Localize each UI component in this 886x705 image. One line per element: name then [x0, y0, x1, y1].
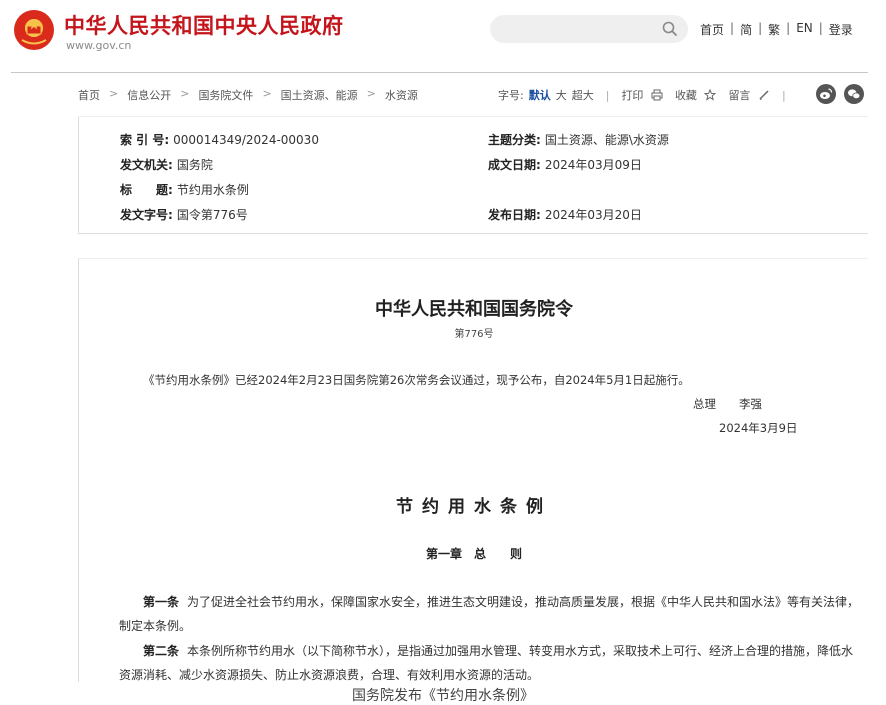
font-default-button[interactable]: 默认 — [529, 87, 551, 103]
article-2: 第二条 本条例所称节约用水（以下简称节水），是指通过加强用水管理、转变用水方式，采… — [119, 639, 863, 687]
search-input[interactable] — [502, 15, 652, 43]
font-large-button[interactable]: 大 — [556, 87, 567, 103]
nav-traditional[interactable]: 繁 — [768, 21, 780, 38]
favorite-button[interactable]: 收藏 — [675, 87, 717, 103]
meta-document-number: 发文字号: 国令第776号 — [120, 206, 248, 223]
chapter-heading: 第一章 总 则 — [425, 547, 522, 561]
meta-key: 发文机关: — [120, 158, 173, 172]
meta-key: 成文日期: — [488, 158, 541, 172]
meta-issuer: 发文机关: 国务院 — [120, 156, 213, 173]
meta-index-number: 索 引 号: 000014349/2024-00030 — [120, 131, 319, 148]
document-number: 第776号 — [454, 329, 494, 340]
site-header: 中华人民共和国中央人民政府 www.gov.cn 首页 | 简 | 繁 | EN… — [0, 0, 886, 72]
document-meta-card: 索 引 号: 000014349/2024-00030 主题分类: 国土资源、能源\… — [78, 116, 868, 234]
breadcrumb-land-energy[interactable]: 国土资源、能源 — [281, 87, 358, 103]
font-xlarge-button[interactable]: 超大 — [572, 87, 594, 103]
image-caption: 国务院发布《节约用水条例》 — [352, 688, 534, 704]
breadcrumb-separator: > — [366, 87, 376, 100]
document-title: 中华人民共和国国务院令 — [375, 299, 573, 320]
tools-divider: | — [781, 88, 786, 102]
nav-separator: | — [818, 21, 823, 35]
breadcrumb-info-public[interactable]: 信息公开 — [127, 87, 171, 103]
pencil-icon — [759, 90, 769, 100]
article-text: 本条例所称节约用水（以下简称节水），是指通过加强用水管理、转变用水方式，采取技术… — [119, 644, 854, 682]
breadcrumb-separator: > — [180, 87, 190, 100]
nav-separator: | — [786, 21, 791, 35]
site-title[interactable]: 中华人民共和国中央人民政府 — [64, 10, 344, 40]
star-icon — [704, 89, 717, 101]
printer-icon — [651, 89, 663, 101]
nav-home[interactable]: 首页 — [700, 21, 724, 38]
nav-english[interactable]: EN — [796, 21, 813, 38]
social-share — [816, 84, 864, 104]
meta-key: 发布日期: — [488, 208, 541, 222]
article-1: 第一条 为了促进全社会节约用水，保障国家水安全，推进生态文明建设，推动高质量发展，… — [119, 590, 863, 638]
meta-value: 国令第776号 — [176, 208, 248, 222]
nav-separator: | — [730, 21, 735, 35]
font-size-label: 字号: — [498, 89, 524, 102]
meta-value: 000014349/2024-00030 — [173, 133, 319, 147]
page-tools: 字号: 默认 大 超大 | 打印 收藏 留言 | — [498, 87, 798, 103]
tools-divider: | — [605, 88, 610, 102]
breadcrumb-home[interactable]: 首页 — [78, 87, 100, 103]
article-text: 为了促进全社会节约用水，保障国家水安全，推进生态文明建设，推动高质量发展，根据《… — [119, 595, 860, 633]
weibo-icon[interactable] — [816, 84, 836, 104]
meta-key: 主题分类: — [488, 133, 541, 147]
breadcrumb: 首页 > 信息公开 > 国务院文件 > 国土资源、能源 > 水资源 — [78, 87, 418, 103]
signer-title: 总理 — [693, 397, 716, 411]
meta-written-date: 成文日期: 2024年03月09日 — [488, 156, 642, 173]
top-nav: 首页 | 简 | 繁 | EN | 登录 — [700, 21, 853, 38]
nav-login[interactable]: 登录 — [829, 21, 853, 38]
wechat-icon[interactable] — [844, 84, 864, 104]
comment-label: 留言 — [728, 89, 751, 102]
law-title: 节约用水条例 — [396, 497, 552, 517]
meta-value: 2024年03月09日 — [544, 158, 642, 172]
nav-separator: | — [758, 21, 763, 35]
article-label: 第二条 — [143, 644, 180, 658]
signer-name: 李强 — [739, 397, 762, 411]
meta-publish-date: 发布日期: 2024年03月20日 — [488, 206, 642, 223]
favorite-label: 收藏 — [674, 89, 697, 102]
meta-key: 发文字号: — [120, 208, 173, 222]
meta-value: 2024年03月20日 — [544, 208, 642, 222]
meta-category: 主题分类: 国土资源、能源\水资源 — [488, 131, 669, 148]
document-body: 中华人民共和国国务院令 第776号 《节约用水条例》已经2024年2月23日国务… — [78, 258, 868, 682]
article-label: 第一条 — [143, 595, 180, 609]
meta-key: 标 题: — [120, 183, 173, 197]
meta-value: 国土资源、能源\水资源 — [544, 133, 669, 147]
meta-key: 索 引 号: — [120, 133, 170, 147]
sign-date: 2024年3月9日 — [719, 421, 798, 435]
search-icon[interactable] — [662, 21, 678, 37]
breadcrumb-separator: > — [109, 87, 119, 100]
comment-button[interactable]: 留言 — [728, 87, 770, 103]
meta-value: 国务院 — [176, 158, 213, 172]
site-url[interactable]: www.gov.cn — [66, 39, 131, 52]
breadcrumb-water[interactable]: 水资源 — [385, 87, 418, 103]
meta-title: 标 题: 节约用水条例 — [120, 181, 249, 198]
national-emblem-icon[interactable] — [14, 10, 54, 50]
breadcrumb-state-council-docs[interactable]: 国务院文件 — [198, 87, 253, 103]
toolbar: 首页 > 信息公开 > 国务院文件 > 国土资源、能源 > 水资源 字号: 默认… — [78, 84, 868, 104]
promulgation-text: 《节约用水条例》已经2024年2月23日国务院第26次常务会议通过，现予公布，自… — [143, 373, 690, 387]
breadcrumb-separator: > — [262, 87, 272, 100]
print-button[interactable]: 打印 — [621, 87, 663, 103]
header-divider — [11, 72, 868, 73]
print-label: 打印 — [621, 89, 644, 102]
search-box[interactable] — [490, 15, 688, 43]
meta-value: 节约用水条例 — [176, 183, 249, 197]
nav-simplified[interactable]: 简 — [740, 21, 752, 38]
